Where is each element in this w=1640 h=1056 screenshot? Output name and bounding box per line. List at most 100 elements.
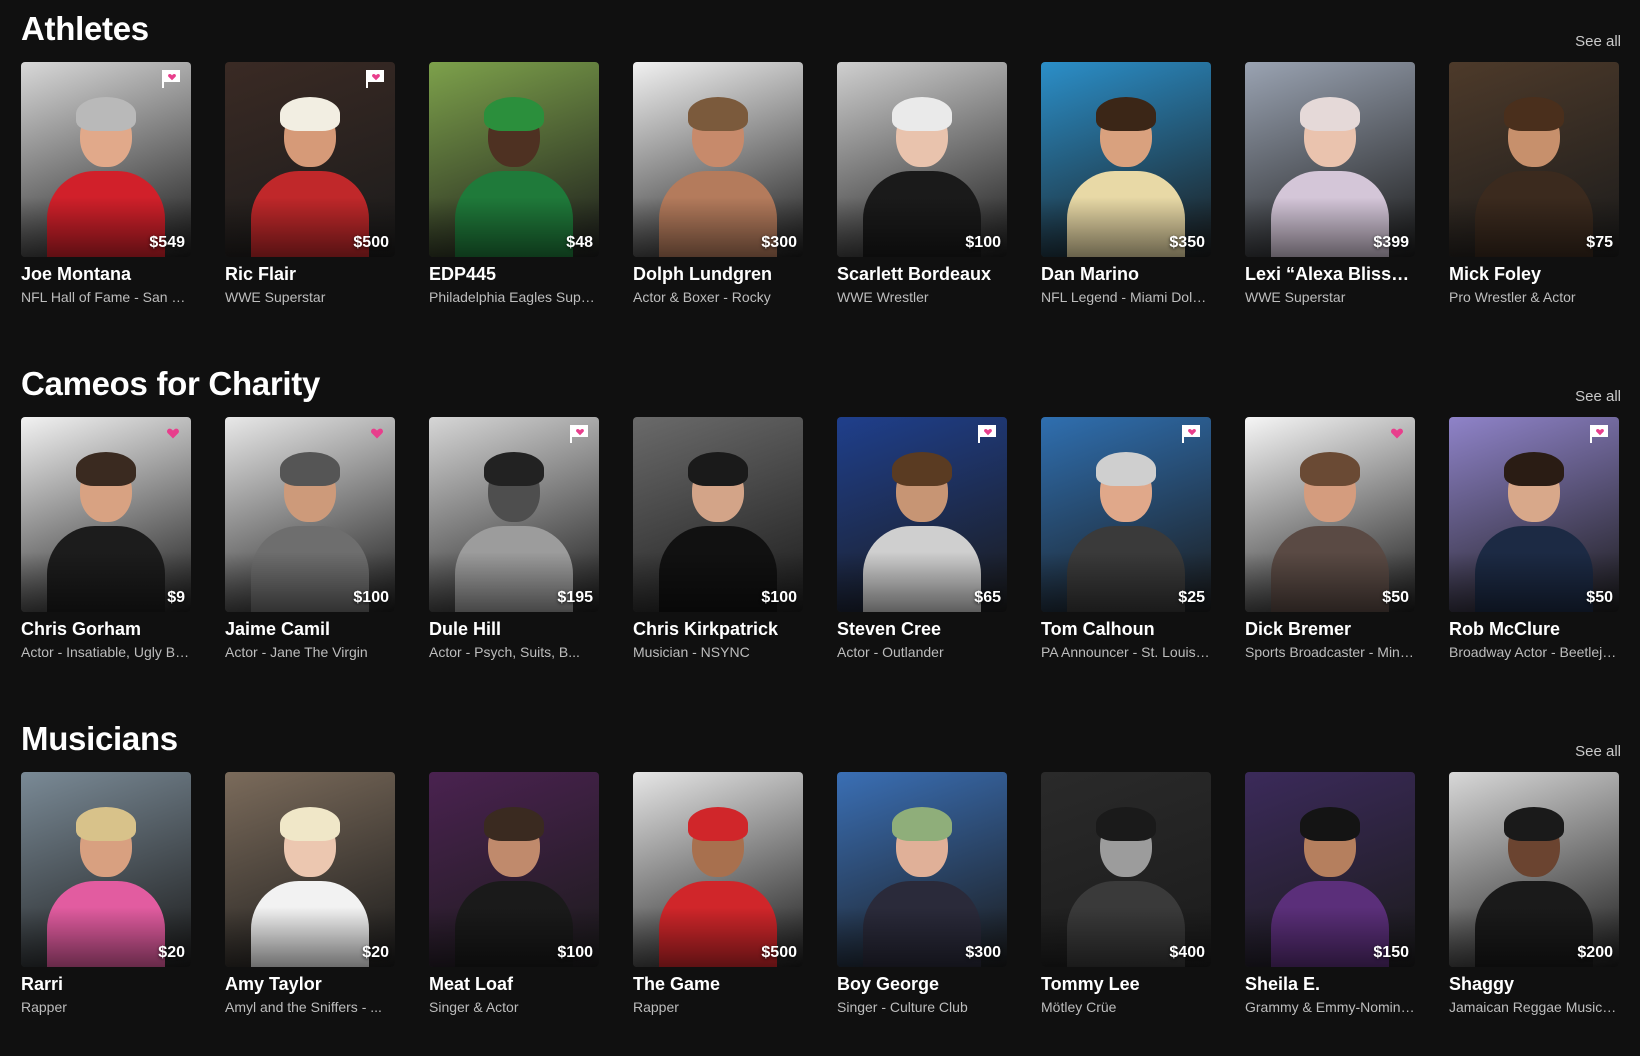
price-badge: $500 [761, 944, 797, 961]
talent-name[interactable]: Ric Flair [225, 262, 395, 286]
talent-card[interactable]: $100 Chris Kirkpatrick Musician - NSYNC [633, 417, 803, 661]
talent-name[interactable]: Dolph Lundgren [633, 262, 803, 286]
talent-name[interactable]: Chris Kirkpatrick [633, 617, 803, 641]
silhouette-hair [1096, 97, 1156, 131]
talent-description: WWE Superstar [225, 289, 326, 305]
price-badge: $50 [1586, 589, 1613, 606]
talent-card[interactable]: $200 Shaggy Jamaican Reggae Musician [1449, 772, 1619, 1016]
silhouette-hair [76, 97, 136, 131]
talent-card[interactable]: $9 Chris Gorham Actor - Insatiable, Ugly B… [21, 417, 191, 661]
talent-photo[interactable]: $20 [225, 772, 395, 967]
talent-photo[interactable]: $65 [837, 417, 1007, 612]
talent-name[interactable]: Lexi “Alexa Bliss” Kaufman [1245, 262, 1415, 286]
page: Athletes See all $549 Joe Montana NFL Hall… [0, 0, 1640, 1056]
talent-card[interactable]: $350 Dan Marino NFL Legend - Miami Dolphin… [1041, 62, 1211, 306]
talent-name[interactable]: The Game [633, 972, 803, 996]
talent-name[interactable]: Boy George [837, 972, 1007, 996]
talent-description: Amyl and the Sniffers - ... [225, 999, 382, 1015]
talent-name[interactable]: Shaggy [1449, 972, 1619, 996]
silhouette-hair [1300, 452, 1360, 486]
silhouette-hair [280, 452, 340, 486]
talent-name[interactable]: EDP445 [429, 262, 599, 286]
talent-card[interactable]: $195 Dule Hill Actor - Psych, Suits, B... [429, 417, 599, 661]
talent-photo[interactable]: $9 [21, 417, 191, 612]
talent-card[interactable]: $48 EDP445 Philadelphia Eagles Superfan [429, 62, 599, 306]
talent-description: Sports Broadcaster - Minnesota Twins [1245, 644, 1415, 660]
talent-name[interactable]: Amy Taylor [225, 972, 395, 996]
talent-description: WWE Wrestler [837, 289, 929, 305]
silhouette-hair [688, 452, 748, 486]
talent-card[interactable]: $20 Rarri Rapper [21, 772, 191, 1016]
talent-name[interactable]: Mick Foley [1449, 262, 1619, 286]
talent-name[interactable]: Tom Calhoun [1041, 617, 1211, 641]
price-badge: $9 [167, 589, 185, 606]
talent-card[interactable]: $100 Scarlett Bordeaux WWE Wrestler [837, 62, 1007, 306]
talent-photo[interactable]: $300 [837, 772, 1007, 967]
talent-photo[interactable]: $300 [633, 62, 803, 257]
section-title: Cameos for Charity [21, 365, 321, 402]
talent-photo[interactable]: $100 [429, 772, 599, 967]
talent-card[interactable]: $500 Ric Flair WWE Superstar [225, 62, 395, 306]
talent-card[interactable]: $399 Lexi “Alexa Bliss” Kaufman WWE Supers… [1245, 62, 1415, 306]
talent-photo[interactable]: $500 [633, 772, 803, 967]
talent-card[interactable]: $100 Jaime Camil Actor - Jane The Virgin [225, 417, 395, 661]
talent-card[interactable]: $20 Amy Taylor Amyl and the Sniffers - ... [225, 772, 395, 1016]
talent-card[interactable]: $300 Dolph Lundgren Actor & Boxer - Rocky [633, 62, 803, 306]
talent-name[interactable]: Jaime Camil [225, 617, 395, 641]
talent-name[interactable]: Sheila E. [1245, 972, 1415, 996]
talent-card[interactable]: $75 Mick Foley Pro Wrestler & Actor [1449, 62, 1619, 306]
talent-photo[interactable]: $50 [1449, 417, 1619, 612]
talent-photo[interactable]: $25 [1041, 417, 1211, 612]
see-all-link[interactable]: See all [1575, 33, 1621, 50]
talent-photo[interactable]: $195 [429, 417, 599, 612]
talent-card[interactable]: $300 Boy George Singer - Culture Club [837, 772, 1007, 1016]
talent-card[interactable]: $150 Sheila E. Grammy & Emmy-Nominated Art… [1245, 772, 1415, 1016]
talent-card[interactable]: $50 Rob McClure Broadway Actor - Beetlejui… [1449, 417, 1619, 661]
talent-name[interactable]: Scarlett Bordeaux [837, 262, 1007, 286]
talent-name[interactable]: Rob McClure [1449, 617, 1619, 641]
talent-card[interactable]: $100 Meat Loaf Singer & Actor [429, 772, 599, 1016]
talent-card[interactable]: $500 The Game Rapper [633, 772, 803, 1016]
talent-card[interactable]: $400 Tommy Lee Mötley Crüe [1041, 772, 1211, 1016]
see-all-link[interactable]: See all [1575, 743, 1621, 760]
talent-photo[interactable]: $399 [1245, 62, 1415, 257]
talent-photo[interactable]: $200 [1449, 772, 1619, 967]
silhouette-hair [1300, 97, 1360, 131]
talent-photo[interactable]: $48 [429, 62, 599, 257]
talent-photo[interactable]: $100 [837, 62, 1007, 257]
talent-photo[interactable]: $100 [633, 417, 803, 612]
talent-card[interactable]: $65 Steven Cree Actor - Outlander [837, 417, 1007, 661]
talent-name[interactable]: Dule Hill [429, 617, 599, 641]
talent-card[interactable]: $25 Tom Calhoun PA Announcer - St. Louis C… [1041, 417, 1211, 661]
see-all-link[interactable]: See all [1575, 388, 1621, 405]
talent-name[interactable]: Dick Bremer [1245, 617, 1415, 641]
talent-name[interactable]: Chris Gorham [21, 617, 191, 641]
talent-name[interactable]: Dan Marino [1041, 262, 1211, 286]
talent-photo[interactable]: $549 [21, 62, 191, 257]
talent-card[interactable]: $549 Joe Montana NFL Hall of Fame - San Fr… [21, 62, 191, 306]
talent-photo[interactable]: $50 [1245, 417, 1415, 612]
talent-photo[interactable]: $500 [225, 62, 395, 257]
price-badge: $20 [158, 944, 185, 961]
talent-card[interactable]: $50 Dick Bremer Sports Broadcaster - Minne… [1245, 417, 1415, 661]
talent-photo[interactable]: $20 [21, 772, 191, 967]
price-badge: $195 [557, 589, 593, 606]
charity-flag-icon [1588, 424, 1610, 444]
talent-photo[interactable]: $75 [1449, 62, 1619, 257]
price-badge: $65 [974, 589, 1001, 606]
talent-name[interactable]: Tommy Lee [1041, 972, 1211, 996]
talent-photo[interactable]: $150 [1245, 772, 1415, 967]
talent-photo[interactable]: $400 [1041, 772, 1211, 967]
silhouette-hair [280, 97, 340, 131]
talent-photo[interactable]: $100 [225, 417, 395, 612]
talent-name[interactable]: Joe Montana [21, 262, 191, 286]
silhouette-hair [484, 97, 544, 131]
talent-description: Actor - Outlander [837, 644, 944, 660]
talent-photo[interactable]: $350 [1041, 62, 1211, 257]
price-badge: $75 [1586, 234, 1613, 251]
talent-description: Philadelphia Eagles Superfan [429, 289, 599, 305]
talent-name[interactable]: Meat Loaf [429, 972, 599, 996]
silhouette-hair [1300, 807, 1360, 841]
talent-name[interactable]: Steven Cree [837, 617, 1007, 641]
talent-name[interactable]: Rarri [21, 972, 191, 996]
